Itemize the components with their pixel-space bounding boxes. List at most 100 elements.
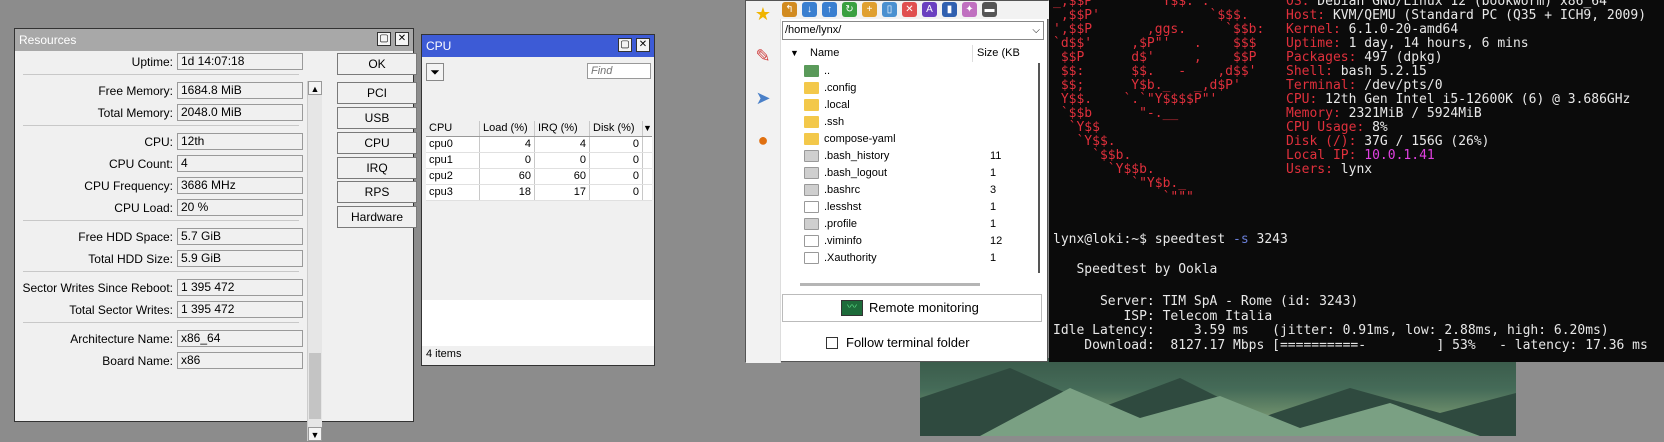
table-row[interactable]: cpu1 0 0 0 <box>426 153 652 169</box>
file-item[interactable]: .lesshst 1 <box>782 199 1036 216</box>
col-header-irq[interactable]: IRQ (%) <box>535 121 590 136</box>
sysinfo-key: Disk (/): <box>1286 134 1357 149</box>
file-item[interactable]: .profile 1 <box>782 216 1036 233</box>
table-row[interactable]: cpu0 4 4 0 <box>426 137 652 153</box>
file-name: .bash_logout <box>824 167 887 179</box>
resources-scrollbar[interactable]: ▲ ▼ <box>307 81 322 441</box>
file-item[interactable]: .bash_history 11 <box>782 148 1036 165</box>
scroll-down-icon[interactable]: ▼ <box>308 427 322 441</box>
filter-icon[interactable]: ⏷ <box>426 63 444 81</box>
table-cell: cpu3 <box>426 185 480 200</box>
wand-icon[interactable]: ✦ <box>962 2 977 17</box>
tools-icon[interactable]: ✎ <box>752 45 774 67</box>
find-input[interactable] <box>587 63 651 79</box>
file-list-header: ▼ Name Size (KB <box>782 45 1044 62</box>
output-line: Download: 8127.17 Mbps [==========- ] 53… <box>1053 338 1648 353</box>
pci-button[interactable]: PCI <box>337 82 417 104</box>
column-menu-icon[interactable]: ▼ <box>643 121 652 136</box>
star-icon[interactable]: ★ <box>752 3 774 25</box>
remote-monitoring-label: Remote monitoring <box>869 300 979 315</box>
up-folder-icon[interactable]: ↰ <box>782 2 797 17</box>
folder-item[interactable]: .config <box>782 80 1036 97</box>
resource-field: Architecture Name: x86_64 <box>21 330 303 348</box>
separator <box>23 74 299 75</box>
scroll-up-icon[interactable]: ▲ <box>308 81 322 95</box>
col-size[interactable]: Size (KB <box>972 45 1049 62</box>
file-list-scrollbar[interactable] <box>1034 63 1044 273</box>
send-icon[interactable]: ➤ <box>752 87 774 109</box>
irq-button[interactable]: IRQ <box>337 157 417 179</box>
folder-icon <box>804 65 819 77</box>
resource-field: CPU Count: 4 <box>21 155 303 173</box>
resource-field-value: 1 395 472 <box>177 279 303 296</box>
file-size: 1 <box>990 167 997 179</box>
col-header-disk[interactable]: Disk (%) <box>590 121 643 136</box>
resource-field-value: x86 <box>177 352 303 369</box>
table-cell: 0 <box>590 169 643 184</box>
scrollbar-thumb[interactable] <box>309 353 321 419</box>
new-file-icon[interactable]: ▯ <box>882 2 897 17</box>
close-icon[interactable]: ✕ <box>395 32 409 46</box>
rename-icon[interactable]: A <box>922 2 937 17</box>
folder-item[interactable]: .ssh <box>782 114 1036 131</box>
resource-field: CPU Frequency: 3686 MHz <box>21 177 303 195</box>
delete-icon[interactable]: ✕ <box>902 2 917 17</box>
cpu-titlebar[interactable]: CPU ▢ ✕ <box>422 35 654 57</box>
scrollbar-thumb[interactable] <box>1038 63 1040 273</box>
chevron-down-icon[interactable]: ⌵ <box>1032 22 1040 39</box>
path-input[interactable]: /home/lynx/ ⌵ <box>782 21 1044 40</box>
col-header-cpu[interactable]: CPU <box>426 121 480 136</box>
resource-field-label: Total Sector Writes: <box>69 303 173 317</box>
sysinfo-value: 497 (dpkg) <box>1356 50 1443 65</box>
table-row[interactable]: cpu3 18 17 0 <box>426 185 652 201</box>
sysinfo-value: KVM/QEMU (Standard PC (Q35 + ICH9, 2009) <box>1325 8 1647 23</box>
resource-field-value: 2048.0 MiB <box>177 104 303 121</box>
usb-button[interactable]: USB <box>337 107 417 129</box>
folder-item[interactable]: compose-yaml <box>782 131 1036 148</box>
folder-item[interactable]: .local <box>782 97 1036 114</box>
file-size: 1 <box>990 201 997 213</box>
col-name[interactable]: Name <box>810 45 839 62</box>
upload-icon[interactable]: ↑ <box>822 2 837 17</box>
maximize-icon[interactable]: ▢ <box>618 38 632 52</box>
maximize-icon[interactable]: ▢ <box>377 32 391 46</box>
file-item[interactable]: .bash_logout 1 <box>782 165 1036 182</box>
file-item[interactable]: .Xauthority 1 <box>782 250 1036 267</box>
file-item[interactable]: .bashrc 3 <box>782 182 1036 199</box>
resource-field-value: 4 <box>177 155 303 172</box>
folder-icon <box>804 82 819 94</box>
terminal-window[interactable]: _,$$P' """Y$$.". ,$$P' `$$$. ',$$P ,ggs. … <box>1049 0 1664 362</box>
terminal-icon[interactable]: ▬ <box>982 2 997 17</box>
sort-icon[interactable]: ▼ <box>790 45 799 62</box>
logo-line: `""" <box>1053 190 1194 205</box>
cpu-button[interactable]: CPU <box>337 132 417 154</box>
resources-window: Resources ▢ ✕ Uptime: 1d 14:07:18 Free Mem… <box>14 28 417 441</box>
sysinfo-key: Local IP: <box>1286 148 1357 163</box>
resources-titlebar[interactable]: Resources ▢ ✕ <box>15 29 413 51</box>
file-icon <box>804 167 819 179</box>
refresh-icon[interactable]: ↻ <box>842 2 857 17</box>
resource-field: Uptime: 1d 14:07:18 <box>21 53 303 71</box>
parent-folder-item[interactable]: .. <box>782 63 1036 80</box>
table-cell: cpu2 <box>426 169 480 184</box>
sysinfo-key: CPU Usage: <box>1286 120 1365 135</box>
col-header-load[interactable]: Load (%) <box>480 121 535 136</box>
ok-button[interactable]: OK <box>337 53 417 75</box>
properties-icon[interactable]: ▮ <box>942 2 957 17</box>
file-list-hscrollbar[interactable] <box>800 283 980 286</box>
rps-button[interactable]: RPS <box>337 181 417 203</box>
close-icon[interactable]: ✕ <box>636 38 650 52</box>
follow-checkbox[interactable] <box>826 337 838 349</box>
download-icon[interactable]: ↓ <box>802 2 817 17</box>
file-item[interactable]: .viminfo 12 <box>782 233 1036 250</box>
desktop-wallpaper <box>920 358 1516 436</box>
file-size: 1 <box>990 218 997 230</box>
hardware-button[interactable]: Hardware <box>337 206 417 228</box>
file-name: .config <box>824 82 857 94</box>
resource-field: Board Name: x86 <box>21 352 303 370</box>
new-folder-icon[interactable]: + <box>862 2 877 17</box>
table-row[interactable]: cpu2 60 60 0 <box>426 169 652 185</box>
file-name: .bash_history <box>824 150 890 162</box>
globe-icon[interactable]: ● <box>752 129 774 151</box>
remote-monitoring-button[interactable]: 〰 Remote monitoring <box>782 294 1042 322</box>
